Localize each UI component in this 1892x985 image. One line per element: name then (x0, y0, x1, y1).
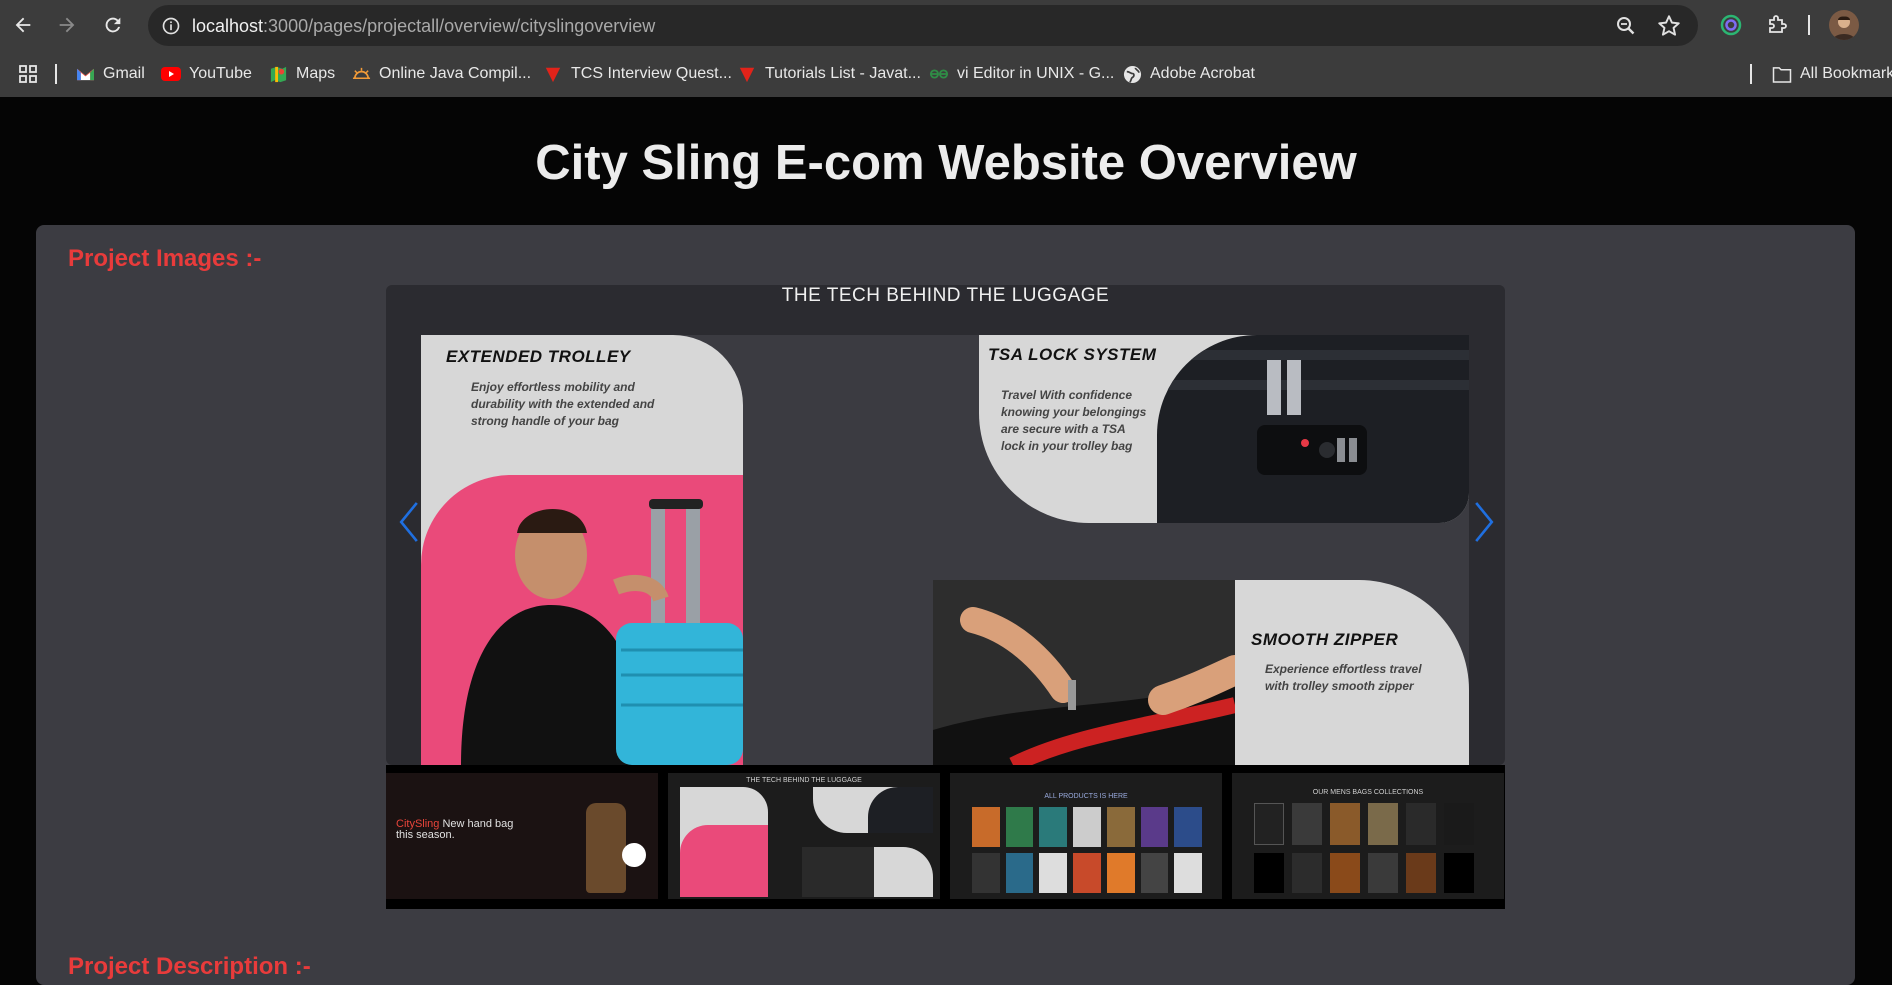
bookmark-gmail[interactable]: Gmail (75, 62, 145, 86)
project-images-label: Project Images :- (68, 245, 262, 272)
thumb-caption: THE TECH BEHIND THE LUGGAGE (746, 777, 862, 784)
extensions-puzzle-icon[interactable] (1764, 12, 1790, 38)
reload-icon[interactable] (98, 10, 128, 40)
bookmark-online-java[interactable]: Online Java Compil... (351, 62, 531, 86)
card-text: Travel With confidence knowing your belo… (1001, 388, 1147, 453)
all-bookmarks[interactable]: All Bookmark (1772, 62, 1892, 86)
carousel-slide: EXTENDED TROLLEY Enjoy effortless mobili… (421, 335, 1469, 765)
trolley-photo (421, 475, 743, 765)
apps-grid-icon[interactable] (18, 62, 38, 86)
bookmark-label: vi Editor in UNIX - G... (957, 65, 1115, 82)
globe-icon (1122, 64, 1142, 84)
zoom-icon[interactable] (1614, 14, 1638, 38)
bookmark-maps[interactable]: Maps (268, 62, 335, 86)
bookmark-label: Tutorials List - Javat... (765, 65, 921, 82)
page-title: City Sling E-com Website Overview (535, 136, 1357, 190)
back-icon[interactable] (8, 10, 38, 40)
bookmark-vi-editor[interactable]: vi Editor in UNIX - G... (929, 62, 1114, 86)
mens-bags-grid (1254, 803, 1474, 893)
image-carousel: THE TECH BEHIND THE LUGGAGE EXTENDED TRO… (386, 285, 1505, 765)
sun-icon (351, 64, 371, 84)
url-host: localhost (192, 16, 264, 36)
card-title: SMOOTH ZIPPER (1251, 630, 1399, 649)
bookmark-tutorials[interactable]: Tutorials List - Javat... (737, 62, 921, 86)
red-triangle-icon (737, 64, 757, 84)
chevron-left-icon (399, 502, 418, 542)
maps-icon (268, 64, 288, 84)
thumbnail-strip: CitySling New hand bag this season. THE … (386, 765, 1505, 909)
folder-icon (1772, 64, 1792, 84)
zipper-photo (933, 580, 1235, 765)
toolbar-divider (1808, 15, 1810, 35)
thumb-caption: OUR MENS BAGS COLLECTIONS (1312, 789, 1424, 796)
thumbnail-3[interactable]: ALL PRODUCTS IS HERE (950, 773, 1222, 899)
bookmark-label: Online Java Compil... (379, 65, 532, 82)
red-triangle-icon (543, 64, 563, 84)
url-text[interactable]: localhost:3000/pages/projectall/overview… (192, 16, 655, 37)
tsa-lock-photo (1157, 335, 1469, 523)
site-info-icon[interactable] (158, 13, 184, 39)
gfg-icon (929, 64, 949, 84)
thumbnail-1[interactable]: CitySling New hand bag this season. (386, 773, 658, 899)
bookmark-tcs[interactable]: TCS Interview Quest... (543, 62, 732, 86)
forward-icon[interactable] (52, 10, 82, 40)
product-grid (972, 807, 1202, 893)
bookmark-label: TCS Interview Quest... (571, 65, 732, 82)
slide-heading: THE TECH BEHIND THE LUGGAGE (781, 285, 1110, 306)
card-title: EXTENDED TROLLEY (446, 347, 631, 366)
thumb-caption: ALL PRODUCTS IS HERE (1044, 793, 1128, 800)
smooth-zipper-card: SMOOTH ZIPPER Experience effortless trav… (933, 580, 1469, 765)
bookmarks-bar: Gmail YouTube Maps Online Java Compil...… (0, 51, 1892, 97)
overview-panel: Project Images :- THE TECH BEHIND THE LU… (36, 225, 1855, 985)
bookmark-label: Maps (296, 65, 336, 82)
bookmarks-divider (1750, 64, 1752, 84)
extended-trolley-card: EXTENDED TROLLEY Enjoy effortless mobili… (421, 335, 743, 765)
carousel-prev-button[interactable] (394, 497, 424, 547)
tsa-lock-card: TSA LOCK SYSTEM Travel With confidence k… (979, 335, 1469, 523)
bookmark-label: Adobe Acrobat (1150, 65, 1255, 82)
address-bar[interactable]: localhost:3000/pages/projectall/overview… (148, 5, 1698, 46)
bookmark-adobe[interactable]: Adobe Acrobat (1122, 62, 1255, 86)
gmail-icon (75, 64, 95, 84)
carousel-next-button[interactable] (1469, 497, 1499, 547)
card-title: TSA LOCK SYSTEM (988, 345, 1157, 364)
bookmark-youtube[interactable]: YouTube (161, 62, 252, 86)
youtube-icon (161, 64, 181, 84)
page-body: City Sling E-com Website Overview Projec… (0, 97, 1892, 985)
project-description-label: Project Description :- (68, 953, 311, 980)
chevron-right-icon (1475, 502, 1494, 542)
bookmarks-divider (55, 64, 57, 84)
card-text: Experience effortless travel with trolle… (1265, 662, 1422, 693)
url-path: :3000/pages/projectall/overview/cityslin… (263, 16, 656, 36)
bookmark-star-icon[interactable] (1656, 13, 1682, 39)
card-text: Enjoy effortless mobility and durability… (471, 380, 655, 428)
extension-circle-icon[interactable] (1718, 12, 1744, 38)
all-bookmarks-label: All Bookmark (1800, 65, 1892, 82)
profile-avatar[interactable] (1829, 10, 1859, 40)
bookmark-label: Gmail (103, 65, 145, 82)
thumbnail-2[interactable]: THE TECH BEHIND THE LUGGAGE (668, 773, 940, 899)
bookmark-label: YouTube (189, 65, 252, 82)
browser-toolbar: localhost:3000/pages/projectall/overview… (0, 0, 1892, 51)
thumbnail-4[interactable]: OUR MENS BAGS COLLECTIONS (1232, 773, 1504, 899)
